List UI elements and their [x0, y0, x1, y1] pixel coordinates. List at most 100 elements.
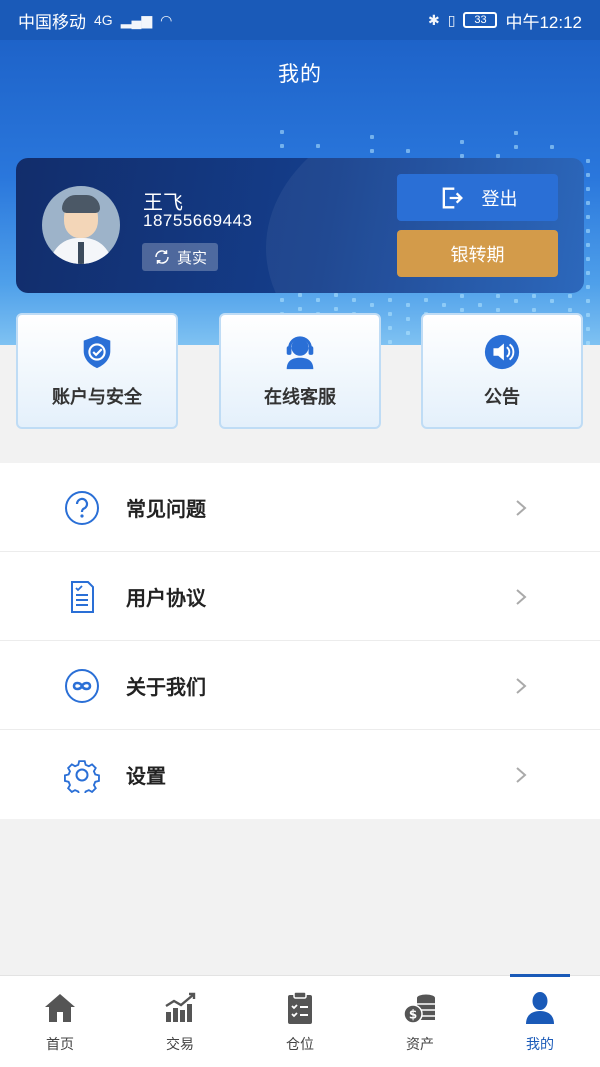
decorative-dot [370, 135, 374, 139]
decorative-dot [406, 149, 410, 153]
chevron-right-icon [516, 678, 527, 694]
decorative-dot [586, 187, 590, 191]
bank-transfer-label: 银转期 [450, 244, 505, 265]
carrier-label: 中国移动 [18, 12, 86, 32]
menu-item-label: 用户协议 [126, 587, 206, 610]
decorative-dot [388, 326, 392, 330]
decorative-dot [568, 308, 572, 312]
decorative-dot [586, 313, 590, 317]
tile-account-security[interactable]: 账户与安全 [16, 313, 178, 429]
verify-badge-label: 真实 [176, 249, 207, 267]
bank-transfer-button[interactable]: 银转期 [397, 230, 558, 277]
decorative-dot [496, 294, 500, 298]
decorative-dot [550, 145, 554, 149]
tile-online-service[interactable]: 在线客服 [219, 313, 381, 429]
tab-trade[interactable]: 交易 [120, 976, 240, 1067]
decorative-dot [316, 298, 320, 302]
chevron-right-icon [516, 767, 527, 783]
decorative-dot [352, 298, 356, 302]
decorative-dot [478, 303, 482, 307]
tile-announcement[interactable]: 公告 [421, 313, 583, 429]
vibrate-icon: ▯ [447, 11, 456, 28]
menu-item-label: 常见问题 [126, 498, 206, 521]
document-icon [71, 581, 94, 613]
tab-home[interactable]: 首页 [0, 976, 120, 1067]
menu-item-about[interactable]: 关于我们 [0, 641, 600, 730]
home-icon [45, 993, 75, 1022]
decorative-dot [280, 144, 284, 148]
tab-mine[interactable]: 我的 [480, 974, 600, 1067]
speaker-icon [484, 334, 520, 370]
decorative-dot [406, 317, 410, 321]
menu-list: 常见问题 用户协议 关于我们 设置 [0, 463, 600, 819]
tab-position[interactable]: 仓位 [240, 976, 360, 1067]
decorative-dot [334, 307, 338, 311]
tile-label: 在线客服 [264, 387, 336, 407]
decorative-dot [298, 307, 302, 311]
chevron-right-icon [516, 500, 527, 516]
menu-item-label: 设置 [126, 766, 166, 788]
user-phone: 18755669443 [143, 211, 253, 230]
decorative-dot [532, 294, 536, 298]
decorative-dot [568, 294, 572, 298]
decorative-dot [586, 271, 590, 275]
decorative-dot [298, 293, 302, 297]
decorative-dot [586, 173, 590, 177]
user-icon [526, 991, 554, 1024]
tab-bar: 首页 交易 仓位 $ 资产 我的 [0, 974, 600, 1067]
refresh-icon [155, 250, 169, 264]
decorative-dot [586, 159, 590, 163]
clipboard-icon [288, 990, 312, 1024]
coins-icon: $ [403, 994, 435, 1024]
svg-text:$: $ [409, 1007, 417, 1021]
tab-label: 资产 [406, 1035, 434, 1052]
decorative-dot [550, 299, 554, 303]
menu-item-agreement[interactable]: 用户协议 [0, 552, 600, 641]
decorative-dot [586, 201, 590, 205]
decorative-dot [586, 215, 590, 219]
logout-icon [442, 187, 463, 208]
decorative-dot [460, 308, 464, 312]
decorative-dot [586, 243, 590, 247]
profile-card: 王飞 18755669443 真实 登出 银转期 [16, 158, 584, 293]
decorative-dot [316, 144, 320, 148]
tab-label: 仓位 [286, 1035, 314, 1052]
decorative-dot [424, 298, 428, 302]
tab-label: 交易 [166, 1035, 194, 1052]
decorative-dot [370, 149, 374, 153]
decorative-dot [388, 340, 392, 344]
chevron-right-icon [516, 589, 527, 605]
decorative-dot [586, 229, 590, 233]
bluetooth-icon: ✱ [428, 11, 440, 28]
menu-item-faq[interactable]: 常见问题 [0, 463, 600, 552]
logout-button[interactable]: 登出 [397, 174, 558, 221]
decorative-dot [514, 145, 518, 149]
infinity-circle-icon [65, 669, 99, 703]
decorative-dot [586, 327, 590, 331]
avatar[interactable] [42, 186, 120, 264]
network-label: 4G [94, 12, 113, 28]
battery-icon: 33 [463, 12, 498, 28]
logout-label: 登出 [481, 188, 518, 209]
status-bar: 中国移动 4G ▂▄▆ ◠ ✱ ▯ 33 中午12:12 [0, 0, 600, 40]
decorative-dot [370, 303, 374, 307]
decorative-dot [280, 130, 284, 134]
verify-badge[interactable]: 真实 [142, 243, 218, 271]
decorative-dot [388, 312, 392, 316]
tile-label: 账户与安全 [52, 387, 142, 407]
decorative-dot [406, 331, 410, 335]
tab-assets[interactable]: $ 资产 [360, 976, 480, 1067]
tab-label: 首页 [46, 1035, 74, 1052]
signal-icon: ▂▄▆ [120, 11, 153, 28]
gear-icon [64, 760, 100, 793]
shield-check-icon [83, 335, 111, 369]
decorative-dot [496, 308, 500, 312]
decorative-dot [460, 294, 464, 298]
decorative-dot [460, 140, 464, 144]
page-title: 我的 [278, 63, 322, 86]
clock: 中午12:12 [505, 12, 582, 32]
decorative-dot [280, 298, 284, 302]
decorative-dot [334, 293, 338, 297]
decorative-dot [442, 303, 446, 307]
menu-item-settings[interactable]: 设置 [0, 730, 600, 819]
